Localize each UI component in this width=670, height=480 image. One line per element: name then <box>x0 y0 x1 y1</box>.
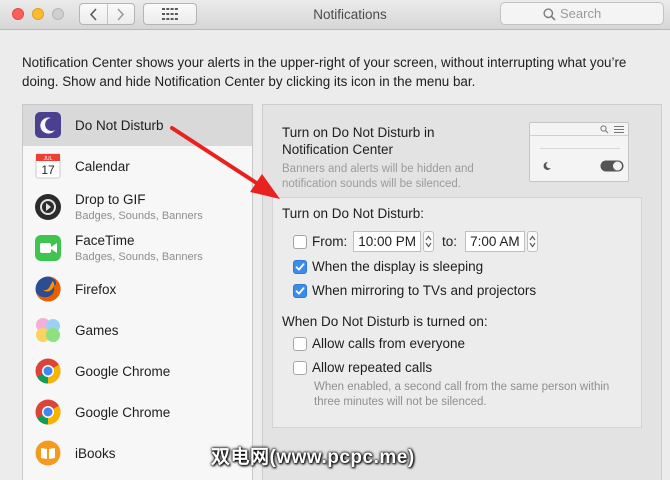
allow-repeated-row[interactable]: Allow repeated calls <box>293 360 432 375</box>
app-name: Do Not Disturb <box>75 118 164 133</box>
toggle-icon <box>600 160 624 172</box>
calendar-month: JUL <box>44 156 53 162</box>
chrome-icon <box>34 357 62 385</box>
mirroring-row[interactable]: When mirroring to TVs and projectors <box>293 283 536 298</box>
dnd-schedule-label: Turn on Do Not Disturb: <box>282 206 425 221</box>
moon-icon <box>34 111 62 139</box>
moon-icon <box>543 161 551 170</box>
search-field[interactable]: Search <box>500 2 664 25</box>
app-name: Games <box>75 323 119 338</box>
app-list-item-calendar[interactable]: JUL 17 Calendar <box>23 146 252 187</box>
app-list-item-google-chrome[interactable]: Google Chrome <box>23 351 252 392</box>
app-alert-style: Badges, Sounds, Banners <box>75 210 203 222</box>
close-window-button[interactable] <box>12 8 24 20</box>
app-list-item-firefox[interactable]: Firefox <box>23 269 252 310</box>
stepper-arrows-icon <box>425 235 432 248</box>
allow-calls-checkbox[interactable] <box>293 336 307 351</box>
chevron-right-icon <box>117 7 125 21</box>
app-list-item-google-chrome-2[interactable]: Google Chrome <box>23 392 252 433</box>
intro-text: Notification Center shows your alerts in… <box>22 55 627 89</box>
window-title: Notifications <box>313 7 387 22</box>
watermark-text: 双电网(www.pcpc.me) <box>211 447 415 468</box>
schedule-row: From: 10:00 PM to: 7:00 AM <box>293 231 538 252</box>
from-time-stepper[interactable] <box>423 231 435 252</box>
games-icon <box>34 316 62 344</box>
display-sleeping-row[interactable]: When the display is sleeping <box>293 259 483 274</box>
display-sleeping-label: When the display is sleeping <box>312 259 484 274</box>
chevron-left-icon <box>89 7 97 21</box>
calendar-date: 17 <box>41 163 55 177</box>
drop-to-gif-icon <box>34 193 62 221</box>
detail-subtext: Banners and alerts will be hidden and no… <box>282 163 474 190</box>
show-all-button[interactable] <box>143 3 197 25</box>
to-label: to: <box>442 234 458 249</box>
from-label: From: <box>312 234 348 249</box>
app-list-item-games[interactable]: Games <box>23 310 252 351</box>
navigation-buttons <box>79 3 135 25</box>
app-name: iBooks <box>75 446 116 461</box>
app-alert-style: Badges, Sounds, Banners <box>75 251 203 263</box>
app-name: Firefox <box>75 282 117 297</box>
search-placeholder: Search <box>560 6 602 21</box>
app-name: Calendar <box>75 159 130 174</box>
allow-repeated-checkbox[interactable] <box>293 360 307 375</box>
ibooks-icon <box>34 439 62 467</box>
allow-calls-label: Allow calls from everyone <box>312 336 466 351</box>
back-button[interactable] <box>80 4 107 24</box>
firefox-icon <box>34 275 62 303</box>
mirroring-label: When mirroring to TVs and projectors <box>312 283 537 298</box>
app-name: Google Chrome <box>75 405 171 420</box>
minimize-window-button[interactable] <box>32 8 44 20</box>
checkmark-icon <box>295 286 305 294</box>
forward-button[interactable] <box>106 4 135 24</box>
allow-repeated-label: Allow repeated calls <box>312 360 433 375</box>
zoom-window-button[interactable] <box>52 8 64 20</box>
app-list: Do Not Disturb JUL 17 Calendar Drop to G… <box>22 104 253 480</box>
mirroring-checkbox[interactable] <box>293 283 307 298</box>
display-sleeping-checkbox[interactable] <box>293 259 307 274</box>
notification-center-preview <box>529 122 629 182</box>
from-checkbox[interactable] <box>293 234 307 249</box>
search-icon <box>543 8 556 21</box>
app-name: FaceTime <box>75 233 135 248</box>
chrome-icon <box>34 398 62 426</box>
detail-heading: Turn on Do Not Disturb in Notification C… <box>282 125 435 157</box>
checkmark-icon <box>295 262 305 270</box>
to-time-field[interactable]: 7:00 AM <box>465 231 525 252</box>
stepper-arrows-icon <box>529 235 536 248</box>
grid-icon <box>162 8 178 20</box>
title-bar: Notifications Search <box>0 0 670 30</box>
app-name: Google Chrome <box>75 364 171 379</box>
list-icon <box>614 126 624 133</box>
repeated-calls-note: When enabled, a second call from the sam… <box>314 381 610 408</box>
to-time-stepper[interactable] <box>526 231 538 252</box>
when-on-label: When Do Not Disturb is turned on: <box>282 314 488 329</box>
do-not-disturb-options: Turn on Do Not Disturb: From: 10:00 PM t… <box>272 197 642 428</box>
from-time-field[interactable]: 10:00 PM <box>353 231 422 252</box>
app-list-item-drop-to-gif[interactable]: Drop to GIF Badges, Sounds, Banners <box>23 187 252 228</box>
allow-calls-row[interactable]: Allow calls from everyone <box>293 336 465 351</box>
app-list-item-do-not-disturb[interactable]: Do Not Disturb <box>23 105 252 146</box>
calendar-icon: JUL 17 <box>34 152 62 180</box>
app-name: Drop to GIF <box>75 192 146 207</box>
search-icon <box>600 125 609 134</box>
facetime-icon <box>34 234 62 262</box>
app-list-item-facetime[interactable]: FaceTime Badges, Sounds, Banners <box>23 228 252 269</box>
